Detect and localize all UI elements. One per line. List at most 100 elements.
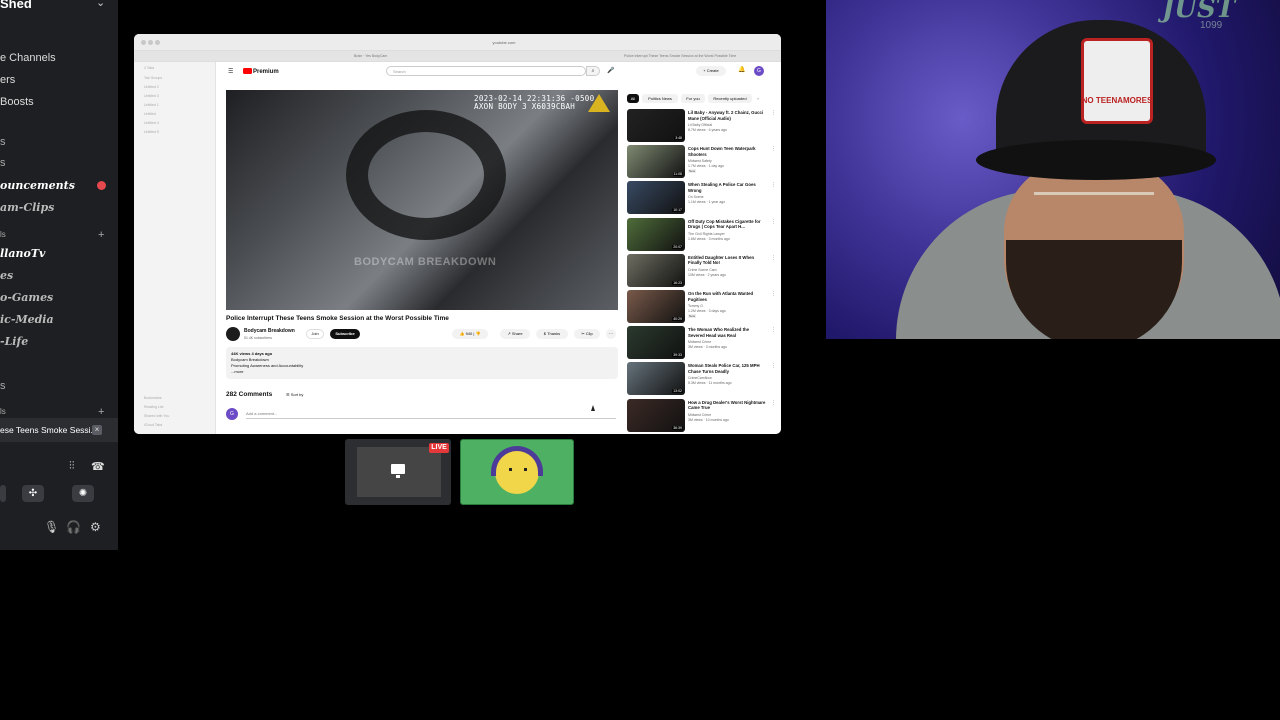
- video-thumbnail[interactable]: 40:29: [627, 290, 685, 323]
- more-options-icon[interactable]: ⋮: [771, 255, 776, 261]
- channel-item[interactable]: s: [0, 157, 6, 169]
- soundboard-icon[interactable]: ✺: [72, 485, 94, 502]
- category-label[interactable]: ls: [0, 407, 6, 416]
- recommendation-item[interactable]: 39:33 The Woman Who Realized the Severed …: [627, 326, 777, 360]
- sidebar-row[interactable]: Untitled 5: [144, 130, 159, 134]
- recommendation-title[interactable]: When Stealing A Police Car Goes Wrong: [688, 182, 766, 193]
- recommendation-item[interactable]: 36:39 How a Drug Dealer's Worst Nightmare…: [627, 398, 777, 433]
- hamburger-menu-icon[interactable]: ☰: [228, 68, 233, 75]
- share-button[interactable]: ↗ Share: [500, 329, 530, 339]
- minimize-window-button[interactable]: [148, 40, 153, 45]
- sidebar-row[interactable]: iCloud Tabs: [144, 423, 162, 427]
- more-options-icon[interactable]: ⋮: [771, 400, 776, 406]
- chip-politics-news[interactable]: Politics News: [642, 94, 678, 103]
- recommendation-channel[interactable]: Crime Scene Cam: [688, 268, 717, 272]
- channel-item[interactable]: Boosts: [0, 96, 34, 108]
- recommendation-title[interactable]: Woman Steals Police Car, 125 MPH Chase T…: [688, 363, 766, 374]
- subscribe-button[interactable]: Subscribe: [330, 329, 360, 339]
- channel-item[interactable]: llanoTv: [0, 247, 45, 260]
- channel-item[interactable]: ers: [0, 74, 15, 86]
- address-bar[interactable]: youtube.com: [464, 39, 544, 47]
- waveform-icon[interactable]: ⫶⫶: [69, 460, 75, 473]
- category-label[interactable]: ls: [0, 230, 6, 239]
- camera-button[interactable]: [0, 485, 6, 502]
- plus-icon[interactable]: +: [98, 406, 104, 418]
- bell-icon[interactable]: 🔔: [738, 66, 745, 73]
- chip-for-you[interactable]: For you: [681, 94, 705, 103]
- video-player[interactable]: 2023-02-14 22:31:36 -0500 AXON BODY 3 X6…: [226, 90, 618, 310]
- sidebar-row[interactable]: Untitled 2: [144, 85, 159, 89]
- video-thumbnail[interactable]: 10:17: [627, 181, 685, 215]
- video-thumbnail[interactable]: 13:02: [627, 362, 685, 396]
- more-options-icon[interactable]: ⋯: [606, 329, 616, 339]
- recommendation-channel[interactable]: Lil Baby Official: [688, 123, 712, 127]
- recommendation-item[interactable]: 40:29 On the Run with Atlanta Wanted Fugi…: [627, 290, 777, 324]
- avatar[interactable]: G: [754, 66, 764, 76]
- video-thumbnail[interactable]: 39:33: [627, 326, 685, 360]
- video-thumbnail[interactable]: 3:48: [627, 109, 685, 142]
- channel-item[interactable]: ouncements: [0, 179, 75, 192]
- settings-icon[interactable]: ⚙: [90, 520, 101, 534]
- microphone-icon[interactable]: 🎤: [607, 67, 614, 74]
- create-button[interactable]: + Create: [696, 66, 726, 76]
- video-thumbnail[interactable]: 36:39: [627, 398, 685, 432]
- recommendation-item[interactable]: 16:23 Entitled Daughter Loses It When Fin…: [627, 253, 777, 288]
- recommendation-title[interactable]: Off Duty Cop Mistakes Cigarette for Drug…: [688, 219, 766, 230]
- youtube-logo[interactable]: Premium: [243, 68, 279, 75]
- search-input[interactable]: Search: [386, 66, 586, 76]
- sidebar-row[interactable]: Untitled 4: [144, 121, 159, 125]
- sidebar-row[interactable]: Untitled 3: [144, 94, 159, 98]
- video-thumbnail[interactable]: 20:07: [627, 217, 685, 251]
- video-thumbnail[interactable]: 16:23: [627, 253, 685, 287]
- channel-item[interactable]: -Life: [0, 335, 28, 348]
- browser-tab[interactable]: Brain · Yes BodyCam: [354, 53, 534, 60]
- sidebar-row[interactable]: Shared with You: [144, 414, 169, 418]
- recommendation-title[interactable]: On the Run with Atlanta Wanted Fugitives: [688, 291, 766, 302]
- channel-item[interactable]: s: [0, 136, 6, 148]
- sidebar-row[interactable]: Bookmarks: [144, 396, 162, 400]
- more-options-icon[interactable]: ⋮: [771, 327, 776, 333]
- user-avatar-tile[interactable]: [460, 439, 574, 505]
- like-dislike-button[interactable]: 👍 940 | 👎: [452, 329, 488, 339]
- join-button[interactable]: Join: [306, 329, 324, 339]
- recommendation-title[interactable]: Lil Baby - Anyway ft. 2 Chainz, Gucci Ma…: [688, 110, 766, 121]
- sidebar-row[interactable]: Reading List: [144, 405, 163, 409]
- recommendation-channel[interactable]: The Civil Rights Lawyer: [688, 232, 725, 236]
- plus-icon[interactable]: +: [98, 229, 104, 241]
- recommendation-channel[interactable]: Tommy G: [688, 304, 703, 308]
- more-options-icon[interactable]: ⋮: [771, 219, 776, 225]
- sort-by-button[interactable]: ☰ Sort by: [286, 392, 303, 397]
- comment-input[interactable]: Add a comment...: [246, 411, 616, 419]
- more-options-icon[interactable]: ⋮: [771, 363, 776, 369]
- recommendation-title[interactable]: Cops Hunt Down Teen Waterpark Shooters: [688, 146, 766, 157]
- close-window-button[interactable]: [141, 40, 146, 45]
- channel-avatar[interactable]: [226, 327, 240, 341]
- channel-name[interactable]: Bodycam Breakdown: [244, 328, 295, 334]
- recommendation-title[interactable]: How a Drug Dealer's Worst Nightmare Came…: [688, 400, 766, 411]
- show-more-link[interactable]: ...more: [231, 369, 613, 375]
- server-name[interactable]: Shed: [0, 0, 32, 11]
- clip-button[interactable]: ✂ Clip: [574, 329, 600, 339]
- microphone-icon[interactable]: 🎙: [44, 520, 59, 534]
- more-options-icon[interactable]: ⋮: [771, 291, 776, 297]
- channel-item[interactable]: am-Clips: [0, 201, 54, 214]
- channel-item[interactable]: s: [0, 380, 6, 392]
- headphones-icon[interactable]: 🎧: [66, 520, 81, 534]
- recommendation-item[interactable]: 11:08 Cops Hunt Down Teen Waterpark Shoot…: [627, 145, 777, 179]
- hangup-icon[interactable]: ☎: [91, 460, 105, 473]
- thanks-button[interactable]: $ Thanks: [536, 329, 568, 339]
- channel-item[interactable]: es: [0, 269, 13, 282]
- more-options-icon[interactable]: ⋮: [771, 110, 776, 116]
- browser-tab-active[interactable]: Police Interrupt These Teens Smoke Sessi…: [624, 53, 774, 60]
- chevron-right-icon[interactable]: ›: [754, 94, 762, 103]
- recommendation-item[interactable]: 13:02 Woman Steals Police Car, 125 MPH Ch…: [627, 362, 777, 396]
- close-icon[interactable]: ×: [92, 425, 102, 435]
- chevron-down-icon[interactable]: ⌄: [96, 0, 105, 9]
- zoom-window-button[interactable]: [155, 40, 160, 45]
- sidebar-row[interactable]: 2 Tabs: [144, 66, 154, 70]
- recommendation-title[interactable]: The Woman Who Realized the Severed Head …: [688, 327, 766, 338]
- recommendation-channel[interactable]: Midwest Safety: [688, 159, 712, 163]
- recommendation-item[interactable]: 3:48 Lil Baby - Anyway ft. 2 Chainz, Gucc…: [627, 109, 777, 143]
- channel-item[interactable]: e Channels: [0, 52, 56, 64]
- recommendation-item[interactable]: 20:07 Off Duty Cop Mistakes Cigarette for…: [627, 217, 777, 252]
